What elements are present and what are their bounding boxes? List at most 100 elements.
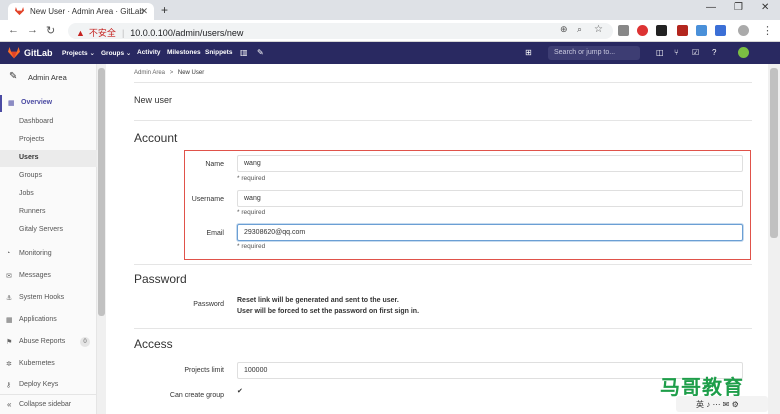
browser-toolbar: ← → ↻ ▲ 不安全 | 10.0.0.100/admin/users/new ⊕ … [0, 20, 780, 42]
sidebar-item-users[interactable]: Users [0, 150, 97, 167]
reload-icon[interactable]: ↻ [46, 24, 55, 37]
grid-icon: ▦ [8, 100, 15, 107]
issues-icon[interactable]: ◫ [656, 48, 664, 57]
double-chevron-left-icon: « [7, 400, 12, 409]
password-reset-note: Reset link will be generated and sent to… [237, 297, 399, 304]
extension-dark-icon[interactable] [656, 25, 667, 36]
collapse-sidebar-button[interactable]: « Collapse sidebar [0, 394, 97, 414]
todo-icon[interactable]: ☑ [692, 48, 699, 57]
sidebar-item-kubernetes[interactable]: ✲ Kubernetes [0, 356, 97, 373]
monitoring-icon: ◔ [6, 250, 11, 257]
sidebar-item-monitoring[interactable]: ◔ Monitoring [0, 246, 97, 263]
kubernetes-icon: ✲ [6, 361, 12, 368]
plus-square-icon[interactable]: ⊞ [525, 48, 532, 57]
window-minimize-button[interactable]: — [706, 2, 716, 13]
window-close-button[interactable]: ✕ [761, 2, 769, 13]
sidebar-item-label: Applications [19, 316, 57, 323]
tab-close-icon[interactable]: ✕ [140, 6, 148, 17]
divider [134, 264, 752, 265]
sidebar-item-groups[interactable]: Groups [0, 168, 97, 185]
username-field[interactable]: wang [237, 190, 743, 207]
sidebar-item-jobs[interactable]: Jobs [0, 186, 97, 203]
page-scrollbar-thumb[interactable] [770, 68, 778, 238]
extension-red-icon[interactable] [637, 25, 648, 36]
name-field[interactable]: wang [237, 155, 743, 172]
sidebar-item-abuse-reports[interactable]: ⚑ Abuse Reports 0 [0, 334, 97, 351]
extension-cloud-icon[interactable] [618, 25, 629, 36]
key-icon: ⚷ [6, 382, 12, 389]
sidebar-header[interactable]: ✎ Admin Area [0, 64, 97, 90]
nav-projects[interactable]: Projects ⌄ [62, 49, 95, 57]
zoom-icon[interactable]: ⌕ [577, 24, 582, 35]
profile-avatar-icon[interactable] [738, 25, 749, 36]
breadcrumb-current: New User [177, 70, 205, 76]
sidebar-item-projects[interactable]: Projects [0, 132, 97, 149]
sidebar-item-label: Abuse Reports [19, 338, 66, 345]
gitlab-brand[interactable]: GitLab [24, 48, 53, 58]
can-create-group-checkbox[interactable]: ✔ [237, 388, 244, 395]
username-required-hint: * required [237, 209, 266, 216]
new-tab-button[interactable]: + [161, 3, 168, 17]
chart-icon[interactable]: ▥ [240, 48, 248, 57]
email-required-hint: * required [237, 243, 266, 250]
sidebar-item-messages[interactable]: ✉ Messages [0, 268, 97, 285]
sidebar-item-dashboard[interactable]: Dashboard [0, 114, 97, 131]
email-label: Email [206, 230, 224, 237]
access-section-title: Access [134, 337, 173, 351]
back-arrow-icon[interactable]: ← [8, 24, 19, 36]
sidebar-item-label: Overview [21, 99, 53, 106]
merge-request-icon[interactable]: ⑂ [674, 48, 679, 57]
sidebar-item-label: Deploy Keys [19, 381, 59, 388]
username-label: Username [191, 196, 224, 203]
account-section-title: Account [134, 131, 178, 145]
collapse-label: Collapse sidebar [19, 401, 72, 408]
browser-menu-icon[interactable]: ⋮ [762, 24, 773, 37]
gitlab-logo-icon[interactable] [8, 47, 20, 59]
extension-blue-icon[interactable] [696, 25, 707, 36]
search-input[interactable]: Search or jump to... [548, 46, 640, 60]
sidebar-title: Admin Area [28, 73, 67, 82]
sidebar-item-label: Users [19, 154, 39, 161]
extension-translate-icon[interactable] [715, 25, 726, 36]
sidebar-scrollbar-thumb[interactable] [98, 68, 105, 316]
translate-icon[interactable]: ⊕ [560, 24, 568, 35]
insecure-label: 不安全 [88, 28, 116, 38]
ime-toolbar[interactable]: 英 ♪ ⋯ ✉ ⚙ [676, 396, 768, 412]
gitlab-favicon-icon [15, 7, 24, 16]
warning-icon: ▲ [76, 28, 85, 38]
url-text: 10.0.0.100/admin/users/new [130, 28, 244, 38]
hook-icon: ⚓ [6, 295, 13, 302]
nav-milestones[interactable]: Milestones [167, 49, 201, 56]
forward-arrow-icon[interactable]: → [27, 24, 38, 36]
nav-snippets[interactable]: Snippets [205, 49, 232, 56]
email-field[interactable]: 29308620@qq.com [237, 224, 743, 241]
sidebar-item-label: Monitoring [19, 250, 52, 257]
sidebar-item-applications[interactable]: ▦ Applications [0, 312, 97, 329]
user-avatar[interactable] [738, 47, 749, 58]
nav-activity[interactable]: Activity [137, 49, 160, 56]
sidebar-item-system-hooks[interactable]: ⚓ System Hooks [0, 290, 97, 307]
bookmark-star-icon[interactable]: ☆ [594, 24, 603, 35]
name-label: Name [205, 161, 224, 168]
divider [134, 328, 752, 329]
sidebar-item-label: Jobs [19, 190, 34, 197]
sidebar-item-runners[interactable]: Runners [0, 204, 97, 221]
nav-groups[interactable]: Groups ⌄ [101, 49, 131, 57]
password-label: Password [193, 301, 224, 308]
sidebar-item-label: Kubernetes [19, 360, 55, 367]
sidebar-item-label: Gitaly Servers [19, 226, 63, 233]
address-bar[interactable]: ▲ 不安全 | 10.0.0.100/admin/users/new [68, 23, 613, 39]
divider [134, 82, 752, 83]
breadcrumb-admin-area[interactable]: Admin Area [134, 70, 165, 76]
help-icon[interactable]: ? [712, 48, 716, 57]
projects-limit-label: Projects limit [184, 367, 224, 374]
extension-pdf-icon[interactable] [677, 25, 688, 36]
wrench-icon: ✎ [9, 71, 18, 82]
window-maximize-button[interactable]: ❐ [734, 2, 743, 13]
browser-tab[interactable]: New User · Admin Area · GitLab ✕ [8, 3, 154, 20]
sidebar-item-deploy-keys[interactable]: ⚷ Deploy Keys [0, 377, 97, 394]
name-required-hint: * required [237, 175, 266, 182]
sidebar-item-gitaly-servers[interactable]: Gitaly Servers [0, 222, 97, 239]
wrench-icon[interactable]: ✎ [257, 48, 264, 57]
sidebar-item-overview[interactable]: ▦ Overview [0, 95, 97, 112]
